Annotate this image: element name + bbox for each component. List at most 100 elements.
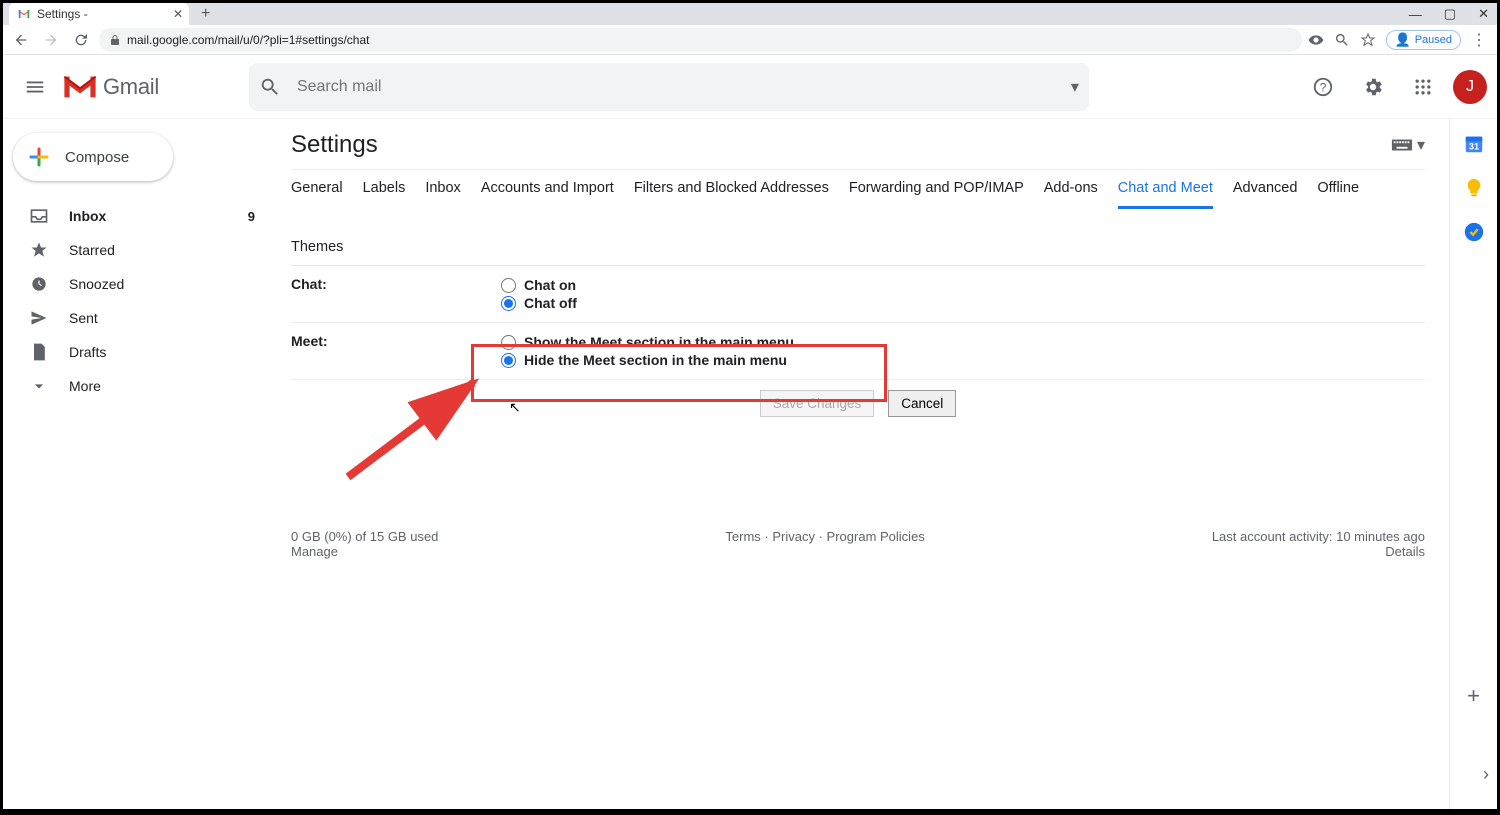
hamburger-menu-button[interactable] (13, 65, 57, 109)
privacy-link[interactable]: Privacy (772, 529, 815, 544)
sidebar-item-snoozed[interactable]: Snoozed (3, 267, 273, 301)
arrow-left-icon (13, 32, 29, 48)
tab-themes[interactable]: Themes (291, 229, 343, 265)
search-options-icon[interactable]: ▾ (1071, 77, 1079, 97)
footer: 0 GB (0%) of 15 GB used Manage Terms · P… (291, 517, 1425, 589)
input-tools-button[interactable]: ▾ (1391, 135, 1425, 155)
activity-text: Last account activity: 10 minutes ago (1212, 529, 1425, 544)
tasks-icon[interactable] (1463, 221, 1485, 243)
browser-tab[interactable]: Settings - ✕ (9, 3, 189, 25)
meet-hide-label: Hide the Meet section in the main menu (524, 352, 787, 368)
details-link[interactable]: Details (1385, 544, 1425, 559)
support-button[interactable]: ? (1303, 67, 1343, 107)
add-addon-button[interactable]: + (1467, 683, 1480, 709)
compose-plus-icon (27, 145, 51, 169)
lock-icon (109, 34, 121, 46)
sidebar-item-starred[interactable]: Starred (3, 233, 273, 267)
compose-button[interactable]: Compose (13, 133, 173, 181)
sidebar-item-label: Starred (69, 242, 115, 258)
tab-title: Settings - (37, 7, 88, 21)
sidebar-item-label: Drafts (69, 344, 106, 360)
search-input[interactable] (297, 78, 1055, 96)
policies-link[interactable]: Program Policies (827, 529, 925, 544)
storage-text: 0 GB (0%) of 15 GB used (291, 529, 438, 544)
gear-icon (1362, 76, 1384, 98)
reload-button[interactable] (69, 28, 93, 52)
main-content: Settings ▾ General Labels Inbox Accounts an… (273, 119, 1449, 809)
keep-icon[interactable] (1463, 177, 1485, 199)
tab-forwarding-and-pop-imap[interactable]: Forwarding and POP/IMAP (849, 170, 1024, 209)
back-button[interactable] (9, 28, 33, 52)
chevron-down-icon: ▾ (1417, 135, 1425, 155)
keyboard-icon (1391, 138, 1413, 152)
url-text: mail.google.com/mail/u/0/?pli=1#settings… (127, 33, 369, 47)
tab-accounts-and-import[interactable]: Accounts and Import (481, 170, 614, 209)
tab-add-ons[interactable]: Add-ons (1044, 170, 1098, 209)
paused-label: Paused (1415, 34, 1452, 46)
tab-filters-and-blocked-addresses[interactable]: Filters and Blocked Addresses (634, 170, 829, 209)
account-avatar[interactable]: J (1453, 70, 1487, 104)
tab-offline[interactable]: Offline (1317, 170, 1359, 209)
app-header: Gmail ▾ ? J (3, 55, 1497, 119)
eye-icon[interactable] (1308, 32, 1324, 48)
side-panel: 31 + (1449, 119, 1497, 809)
cancel-button[interactable]: Cancel (888, 390, 956, 417)
svg-text:?: ? (1320, 80, 1327, 94)
reload-icon (73, 32, 89, 48)
sidebar-item-count: 9 (248, 209, 255, 224)
avatar-letter: J (1466, 78, 1474, 96)
zoom-icon[interactable] (1334, 32, 1350, 48)
apps-grid-icon (1413, 77, 1433, 97)
chat-off-radio[interactable] (501, 296, 516, 311)
address-bar[interactable]: mail.google.com/mail/u/0/?pli=1#settings… (99, 28, 1302, 52)
close-tab-icon[interactable]: ✕ (173, 7, 183, 21)
meet-section: Meet: Show the Meet section in the main … (291, 323, 1425, 380)
tab-labels[interactable]: Labels (363, 170, 406, 209)
calendar-icon[interactable]: 31 (1463, 133, 1485, 155)
sidebar-item-label: More (69, 378, 101, 394)
arrow-right-icon (43, 32, 59, 48)
forward-button[interactable] (39, 28, 63, 52)
minimize-icon[interactable]: — (1409, 7, 1422, 22)
meet-hide-radio[interactable] (501, 353, 516, 368)
gmail-m-icon (63, 74, 97, 100)
left-sidebar: Compose Inbox 9 Starred Snoozed Sent Drafts Mo… (3, 119, 273, 809)
sidebar-item-label: Snoozed (69, 276, 124, 292)
tab-inbox[interactable]: Inbox (425, 170, 460, 209)
tab-advanced[interactable]: Advanced (1233, 170, 1298, 209)
side-panel-toggle[interactable]: › (1483, 764, 1489, 785)
terms-link[interactable]: Terms (725, 529, 760, 544)
manage-link[interactable]: Manage (291, 544, 338, 559)
meet-show-label: Show the Meet section in the main menu (524, 334, 794, 350)
maximize-icon[interactable]: ▢ (1444, 6, 1456, 22)
sidebar-item-sent[interactable]: Sent (3, 301, 273, 335)
search-bar[interactable]: ▾ (249, 63, 1089, 111)
tab-general[interactable]: General (291, 170, 343, 209)
chat-on-label: Chat on (524, 277, 576, 293)
window-controls: — ▢ ✕ (1409, 3, 1489, 25)
chat-on-radio[interactable] (501, 278, 516, 293)
page-title: Settings (291, 131, 378, 159)
close-window-icon[interactable]: ✕ (1478, 6, 1489, 22)
profile-paused-chip[interactable]: 👤 Paused (1386, 30, 1462, 50)
settings-button[interactable] (1353, 67, 1393, 107)
meet-show-radio[interactable] (501, 335, 516, 350)
chrome-menu-icon[interactable]: ⋮ (1471, 30, 1487, 50)
sidebar-item-label: Sent (69, 310, 98, 326)
sidebar-item-inbox[interactable]: Inbox 9 (3, 199, 273, 233)
chat-label: Chat: (291, 276, 501, 312)
sidebar-item-drafts[interactable]: Drafts (3, 335, 273, 369)
apps-button[interactable] (1403, 67, 1443, 107)
sidebar-item-more[interactable]: More (3, 369, 273, 403)
star-icon[interactable] (1360, 32, 1376, 48)
help-icon: ? (1312, 76, 1334, 98)
extensions-area: 👤 Paused ⋮ (1308, 30, 1492, 50)
gmail-logo[interactable]: Gmail (63, 74, 159, 100)
sidebar-item-label: Inbox (69, 208, 106, 224)
save-button[interactable]: Save Changes (760, 390, 875, 417)
meet-label: Meet: (291, 333, 501, 369)
new-tab-button[interactable]: + (201, 3, 210, 25)
compose-label: Compose (65, 149, 129, 166)
chat-section: Chat: Chat on Chat off (291, 266, 1425, 323)
tab-chat-and-meet[interactable]: Chat and Meet (1118, 170, 1213, 209)
